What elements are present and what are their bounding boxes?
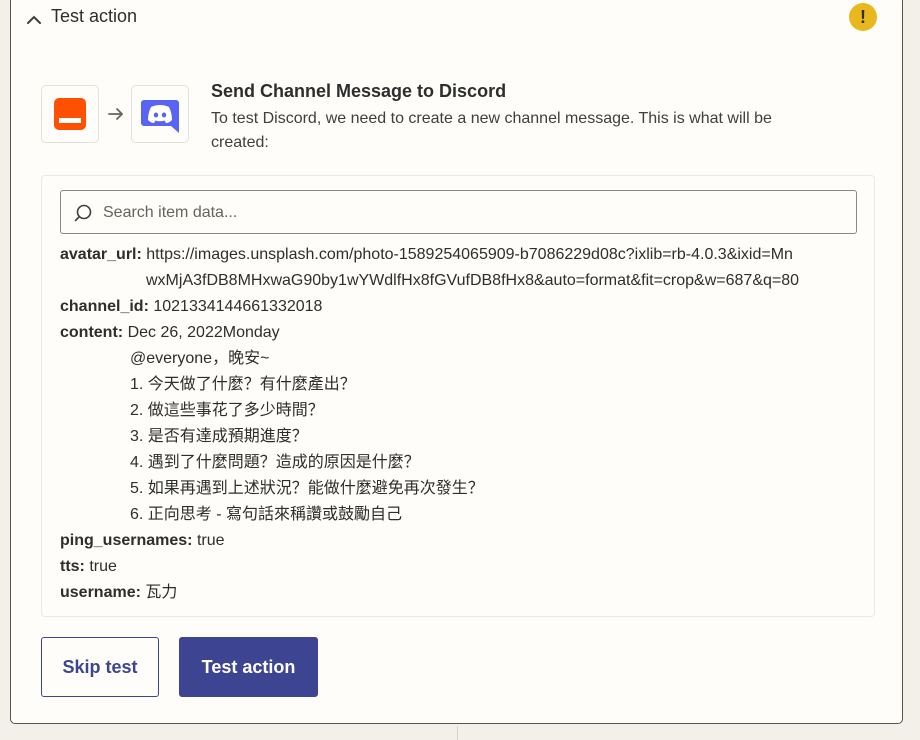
section-title: Test action	[51, 6, 138, 26]
source-app-icon	[41, 85, 99, 143]
content-line: 6. 正向思考 - 寫句話來稱讚或鼓勵自己	[130, 506, 403, 523]
search-box[interactable]	[60, 190, 857, 234]
field-value: wxMjA3fDB8MHxwaG90by1wYWdlfHx8fGVufDB8fH…	[146, 272, 800, 289]
field-key: tts:	[60, 558, 85, 575]
content-line: 2. 做這些事花了多少時間？	[130, 402, 324, 419]
divider	[457, 726, 458, 740]
content-line: 5. 如果再遇到上述狀況？能做什麼避免再次發生？	[130, 480, 484, 497]
test-action-button[interactable]: Test action	[179, 637, 318, 697]
discord-icon	[141, 100, 179, 133]
field-value: Dec 26, 2022Monday	[127, 324, 280, 341]
field-content: content: Dec 26, 2022Monday	[60, 320, 280, 346]
content-line: @everyone，晚安~	[130, 350, 270, 367]
test-action-panel: Test action ! Send Channel Message to Di…	[10, 0, 903, 724]
field-key: avatar_url:	[60, 246, 142, 263]
skip-test-button[interactable]: Skip test	[41, 637, 159, 697]
content-line: 4. 遇到了什麼問題？造成的原因是什麼？	[130, 454, 420, 471]
field-value: true	[196, 532, 225, 549]
field-key: ping_usernames:	[60, 532, 193, 549]
field-ping-usernames: ping_usernames: true	[60, 528, 225, 554]
app-logo-icon	[54, 98, 86, 130]
search-icon	[74, 204, 92, 222]
field-avatar-url: avatar_url: https://images.unsplash.com/…	[60, 242, 793, 268]
field-value: 瓦力	[145, 584, 178, 601]
content-line: 1. 今天做了什麼？有什麼產出？	[130, 376, 356, 393]
field-tts: tts: true	[60, 554, 117, 580]
field-key: content:	[60, 324, 124, 341]
field-channel-id: channel_id: 1021334144661332018	[60, 294, 322, 320]
step-title: Send Channel Message to Discord	[211, 81, 507, 101]
field-value: 1021334144661332018	[153, 298, 323, 315]
search-input[interactable]	[101, 199, 845, 227]
section-header[interactable]: Test action !	[11, 1, 902, 39]
chevron-up-icon[interactable]	[25, 11, 43, 29]
step-description: To test Discord, we need to create a new…	[211, 110, 772, 151]
warning-icon: !	[849, 3, 877, 31]
item-data-panel: avatar_url: https://images.unsplash.com/…	[41, 175, 875, 617]
field-username: username: 瓦力	[60, 580, 177, 606]
field-value: true	[89, 558, 117, 575]
field-value: https://images.unsplash.com/photo-158925…	[146, 246, 793, 263]
field-avatar-url-continued: wxMjA3fDB8MHxwaG90by1wYWdlfHx8fGVufDB8fH…	[146, 268, 799, 294]
field-key: username:	[60, 584, 141, 601]
field-key: channel_id:	[60, 298, 149, 315]
target-app-icon	[131, 85, 189, 143]
content-line: 3. 是否有達成預期進度？	[130, 428, 308, 445]
arrow-right-icon	[108, 108, 123, 120]
